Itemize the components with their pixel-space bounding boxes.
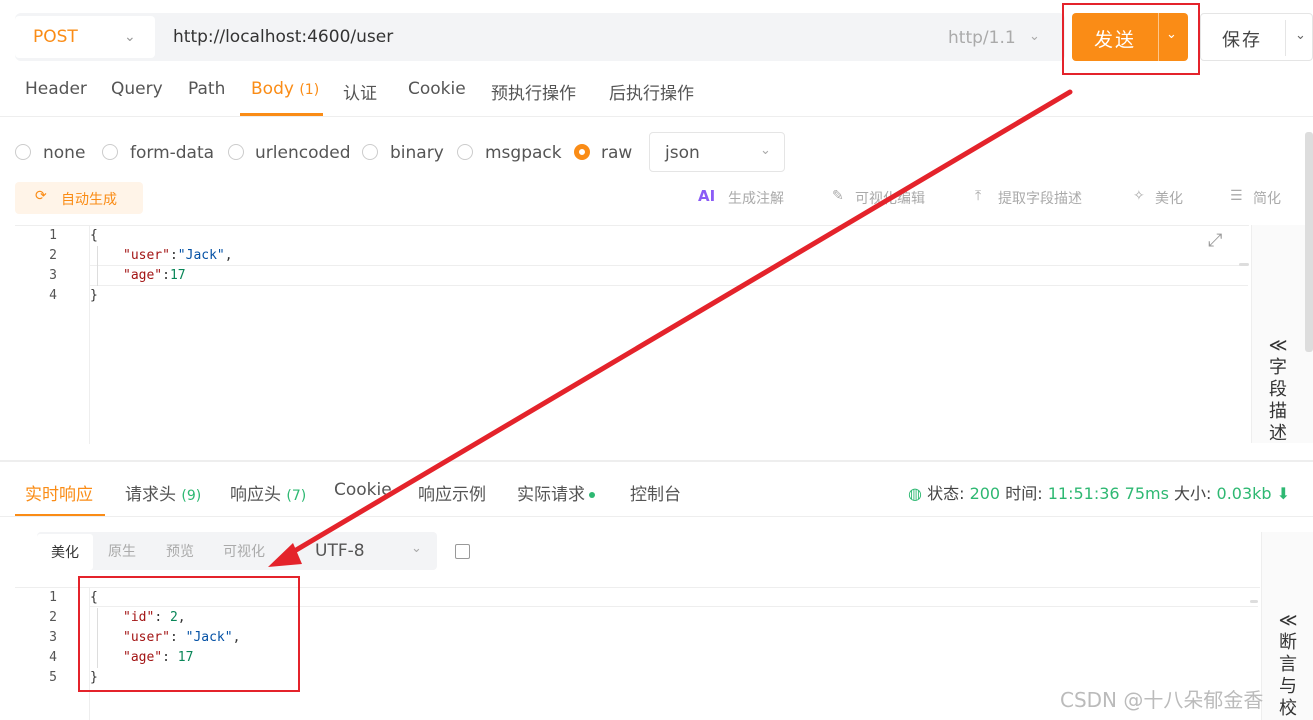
arrow-head (268, 543, 302, 567)
arrow-line (283, 89, 1073, 559)
watermark: CSDN @十八朵郁金香 (1060, 688, 1264, 712)
annotation-arrow (268, 89, 1073, 567)
